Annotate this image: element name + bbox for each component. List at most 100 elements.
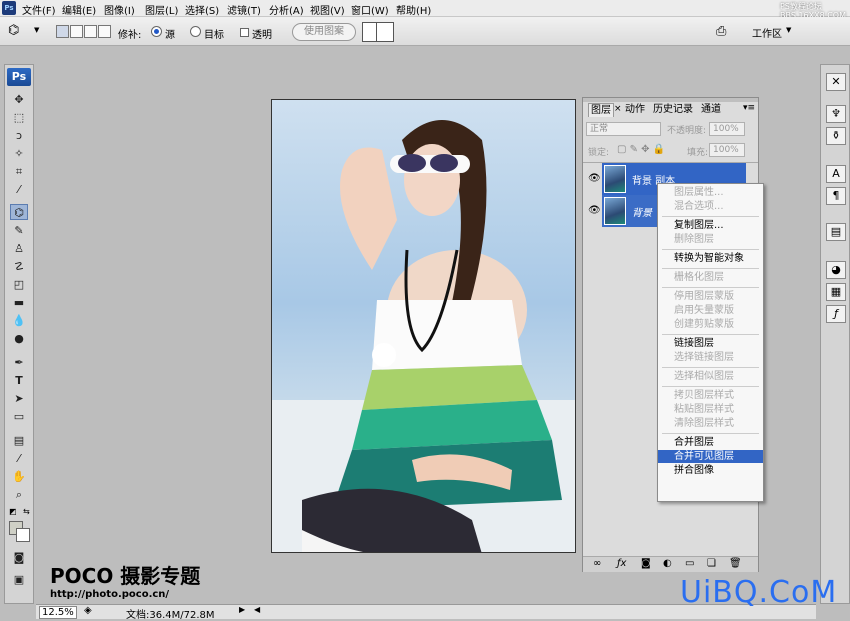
quick-mask-icon[interactable]: ◙	[10, 550, 28, 566]
slice-tool-icon[interactable]: ⁄	[10, 182, 28, 198]
default-colors-icon[interactable]: ◩	[9, 507, 17, 516]
menu-view[interactable]: 视图(V)	[310, 2, 345, 17]
status-menu-arrow-icon[interactable]: ▶	[239, 605, 245, 614]
opacity-label: 不透明度:	[667, 126, 707, 136]
context-menu-item[interactable]: 链接图层	[658, 337, 763, 350]
menu-image[interactable]: 图像(I)	[104, 2, 135, 17]
marquee-tool-icon[interactable]: ⬚	[10, 110, 28, 126]
new-selection-button[interactable]	[56, 25, 69, 38]
status-info-icon[interactable]: ◈	[84, 605, 92, 616]
opacity-field[interactable]: 100%	[709, 122, 745, 136]
tool-preset-dropdown-icon[interactable]: ▼	[34, 26, 39, 34]
background-color-swatch[interactable]	[16, 528, 30, 542]
context-menu-item[interactable]: 拼合图像	[658, 464, 763, 477]
paragraph-icon[interactable]: ¶	[826, 187, 846, 205]
menu-window[interactable]: 窗口(W)	[351, 2, 389, 17]
swap-colors-icon[interactable]: ⇆	[23, 507, 30, 516]
close-tab-icon[interactable]: ×	[614, 104, 622, 114]
fill-field[interactable]: 100%	[709, 143, 745, 157]
blur-tool-icon[interactable]: 💧	[10, 313, 28, 329]
use-pattern-button[interactable]: 使用图案	[292, 23, 356, 41]
layer-style-icon[interactable]: ƒx	[617, 558, 626, 569]
notes-tool-icon[interactable]: ▤	[10, 433, 28, 449]
gradient-tool-icon[interactable]: ▬	[10, 295, 28, 311]
bridge-icon[interactable]: ⎙	[716, 24, 726, 39]
lock-icons[interactable]: ▢ ✎ ✥ 🔒	[617, 144, 665, 155]
magic-wand-tool-icon[interactable]: ✧	[10, 146, 28, 162]
brushes-icon[interactable]: ♆	[826, 105, 846, 123]
zoom-level[interactable]: 12.5%	[39, 606, 77, 619]
menu-filter[interactable]: 滤镜(T)	[227, 2, 261, 17]
stamp-tool-icon[interactable]: ♙	[10, 241, 28, 257]
toolbox: Ps ✥ ⬚ ↄ ✧ ⌗ ⁄ ⌬ ✎ ♙ ☡ ◰ ▬ 💧 ● ✒ T ➤ ▭ ▤…	[4, 64, 34, 604]
intersect-selection-button[interactable]	[98, 25, 111, 38]
menu-file[interactable]: 文件(F)	[22, 2, 56, 17]
menu-edit[interactable]: 编辑(E)	[62, 2, 96, 17]
document-canvas[interactable]	[271, 99, 576, 553]
layer-thumbnail	[604, 165, 626, 193]
shape-tool-icon[interactable]: ▭	[10, 409, 28, 425]
color-icon[interactable]: ◕	[826, 261, 846, 279]
clone-source-icon[interactable]: ⚱	[826, 127, 846, 145]
ps-badge: Ps	[7, 68, 31, 86]
source-radio[interactable]	[151, 26, 162, 37]
menu-separator	[662, 334, 759, 335]
adjustment-layer-icon[interactable]: ◐	[663, 558, 672, 569]
pattern-swatch[interactable]	[362, 22, 394, 42]
poco-title: POCO 摄影专题	[50, 564, 201, 588]
eyedropper-tool-icon[interactable]: ⁄	[10, 451, 28, 467]
context-menu-item[interactable]: 合并可见图层	[658, 450, 763, 463]
context-menu-item[interactable]: 转换为智能对象	[658, 252, 763, 265]
scroll-left-icon[interactable]: ◀	[254, 605, 260, 614]
crop-tool-icon[interactable]: ⌗	[10, 164, 28, 180]
context-menu-item[interactable]: 复制图层...	[658, 219, 763, 232]
tab-actions[interactable]: 动作	[623, 103, 647, 117]
info-icon[interactable]: ▤	[826, 223, 846, 241]
layer-mask-icon[interactable]: ◙	[641, 558, 651, 569]
trash-icon[interactable]: 🗑	[729, 558, 742, 569]
poco-watermark: POCO 摄影专题 http://photo.poco.cn/	[50, 560, 200, 600]
link-layers-icon[interactable]: ∞	[593, 558, 601, 569]
new-group-icon[interactable]: ▭	[685, 558, 694, 569]
menu-analysis[interactable]: 分析(A)	[269, 2, 304, 17]
eraser-tool-icon[interactable]: ◰	[10, 277, 28, 293]
panel-dock: ✕ ♆ ⚱ A ¶ ▤ ◕ ▦ ƒ	[820, 64, 850, 604]
lasso-tool-icon[interactable]: ↄ	[10, 128, 28, 144]
tools-preset-icon[interactable]: ✕	[826, 73, 846, 91]
pen-tool-icon[interactable]: ✒	[10, 355, 28, 371]
menu-help[interactable]: 帮助(H)	[396, 2, 431, 17]
panel-grip[interactable]	[583, 98, 758, 102]
workspace-dropdown[interactable]: 工作区	[752, 25, 782, 40]
eye-icon[interactable]: 👁	[588, 205, 601, 216]
styles-icon[interactable]: ƒ	[826, 305, 846, 323]
add-selection-button[interactable]	[70, 25, 83, 38]
menu-select[interactable]: 选择(S)	[185, 2, 219, 17]
blend-mode-select[interactable]: 正常	[586, 122, 661, 136]
subtract-selection-button[interactable]	[84, 25, 97, 38]
character-icon[interactable]: A	[826, 165, 846, 183]
history-brush-tool-icon[interactable]: ☡	[10, 259, 28, 275]
patch-tool-icon[interactable]: ⌬	[8, 23, 19, 38]
screen-mode-icon[interactable]: ▣	[10, 572, 28, 588]
path-selection-tool-icon[interactable]: ➤	[10, 391, 28, 407]
eye-icon[interactable]: 👁	[588, 173, 601, 184]
dodge-tool-icon[interactable]: ●	[10, 331, 28, 347]
brush-tool-icon[interactable]: ✎	[10, 223, 28, 239]
tab-channels[interactable]: 通道	[699, 103, 723, 117]
context-menu-item[interactable]: 合并图层	[658, 436, 763, 449]
patch-tool-icon-selected[interactable]: ⌬	[10, 204, 28, 220]
move-tool-icon[interactable]: ✥	[10, 92, 28, 108]
new-layer-icon[interactable]: ❏	[707, 558, 716, 569]
target-radio[interactable]	[190, 26, 201, 37]
menu-separator	[662, 287, 759, 288]
transparent-checkbox[interactable]	[240, 28, 249, 37]
menu-layer[interactable]: 图层(L)	[145, 2, 178, 17]
tab-layers[interactable]: 图层	[588, 103, 614, 117]
swatches-icon[interactable]: ▦	[826, 283, 846, 301]
hand-tool-icon[interactable]: ✋	[10, 469, 28, 485]
tab-history[interactable]: 历史记录	[651, 103, 695, 117]
panel-menu-icon[interactable]: ▾≡	[743, 103, 755, 113]
type-tool-icon[interactable]: T	[10, 373, 28, 389]
layer-name[interactable]: 背景	[632, 204, 652, 219]
zoom-tool-icon[interactable]: ⌕	[10, 487, 28, 503]
